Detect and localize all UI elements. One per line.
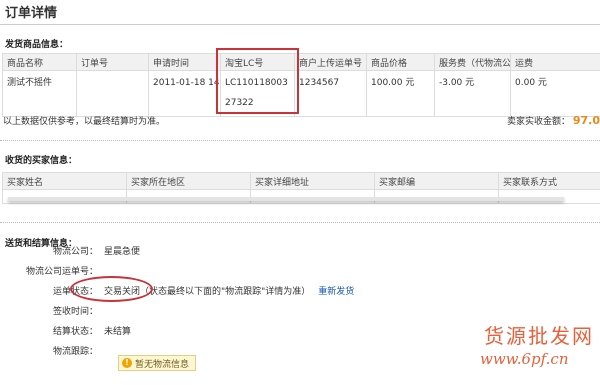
goods-table: 商品名称 订单号 申请时间 淘宝LC号 商户上传运单号 商品价格 服务费（代物流… (2, 53, 600, 117)
waybill-label: 物流公司运单号： (25, 267, 98, 277)
col-header-freight: 运费 (510, 53, 600, 71)
reference-note: 以上数据仅供参考，以最终结算时为准。 (3, 117, 166, 127)
settlement-status-label: 结算状态： (52, 327, 98, 337)
cell-product-name: 测试不摇件 (2, 70, 77, 117)
col-header-lc-no: 淘宝LC号 (220, 53, 295, 71)
waybill-status-value: 交易关闭 (104, 287, 141, 297)
waybill-row: 物流公司运单号： (0, 264, 104, 277)
table-row: 测试不摇件 2011-01-18 14:06 LC11011800327322 … (2, 70, 600, 117)
sign-time-label: 签收时间： (52, 307, 98, 317)
shipping-goods-section-title: 发货商品信息： (5, 40, 69, 50)
cell-price: 100.00 元 (366, 70, 435, 117)
tracking-row: 物流跟踪： (0, 344, 98, 357)
col-header-waybill-no: 商户上传运单号 (294, 53, 367, 71)
no-logistics-info-label: 暂无物流信息 (135, 359, 190, 370)
waybill-status-note: （状态最终以下面的"物流跟踪"详情为准） (140, 287, 311, 297)
col-header-product-name: 商品名称 (2, 53, 77, 71)
waybill-status-row: 运单状态： 交易关闭（状态最终以下面的"物流跟踪"详情为准） 重新发货 (0, 284, 354, 297)
col-header-buyer-contact: 买家联系方式 (498, 172, 600, 190)
col-header-buyer-address: 买家详细地址 (250, 172, 375, 190)
cell-order-no (76, 70, 149, 117)
section-divider (0, 222, 600, 223)
col-header-apply-time: 申请时间 (148, 53, 221, 71)
col-header-buyer-zip: 买家邮编 (374, 172, 499, 190)
cell-lc-no: LC11011800327322 (220, 70, 295, 117)
section-divider (0, 140, 600, 141)
cell-service-fee: -3.00 元 (434, 70, 511, 117)
no-logistics-info-button[interactable]: ! 暂无物流信息 (118, 355, 197, 371)
col-header-buyer-region: 买家所在地区 (126, 172, 251, 190)
logistics-company-label: 物流公司： (52, 247, 98, 257)
cell-apply-time: 2011-01-18 14:06 (148, 70, 221, 117)
cell-freight: 0.00 元 (510, 70, 600, 117)
buyer-table-header: 买家姓名 买家所在地区 买家详细地址 买家邮编 买家联系方式 (2, 172, 600, 190)
watermark-text: 货源批发网 (484, 324, 594, 348)
settlement-status-row: 结算状态： 未结算 (0, 324, 131, 337)
logistics-company-row: 物流公司： 星晨急便 (0, 244, 140, 257)
sign-time-row: 签收时间： (0, 304, 104, 317)
redaction-bar (8, 197, 564, 201)
col-header-price: 商品价格 (366, 53, 435, 71)
total-value: 97.0 (572, 114, 600, 127)
total-label: 卖家实收金额： (506, 117, 570, 127)
buyer-section-title: 收货的买家信息： (5, 156, 78, 166)
settlement-status-value: 未结算 (104, 327, 132, 337)
col-header-order-no: 订单号 (76, 53, 149, 71)
waybill-status-label: 运单状态： (52, 287, 98, 297)
col-header-buyer-name: 买家姓名 (2, 172, 127, 190)
reship-link[interactable]: 重新发货 (318, 287, 354, 297)
goods-table-header: 商品名称 订单号 申请时间 淘宝LC号 商户上传运单号 商品价格 服务费（代物流… (2, 53, 600, 71)
logistics-company-value: 星晨急便 (104, 247, 141, 257)
title-divider (0, 24, 600, 25)
seller-received-amount: 卖家实收金额： 97.0 (507, 114, 600, 127)
page-title: 订单详情 (5, 6, 58, 21)
cell-waybill-no: 1234567 (294, 70, 367, 117)
col-header-service-fee: 服务费（代物流公司收） (434, 53, 511, 71)
tracking-label: 物流跟踪： (52, 347, 98, 357)
warning-icon: ! (122, 358, 132, 368)
watermark-url: www.6pf.cn (480, 350, 569, 368)
